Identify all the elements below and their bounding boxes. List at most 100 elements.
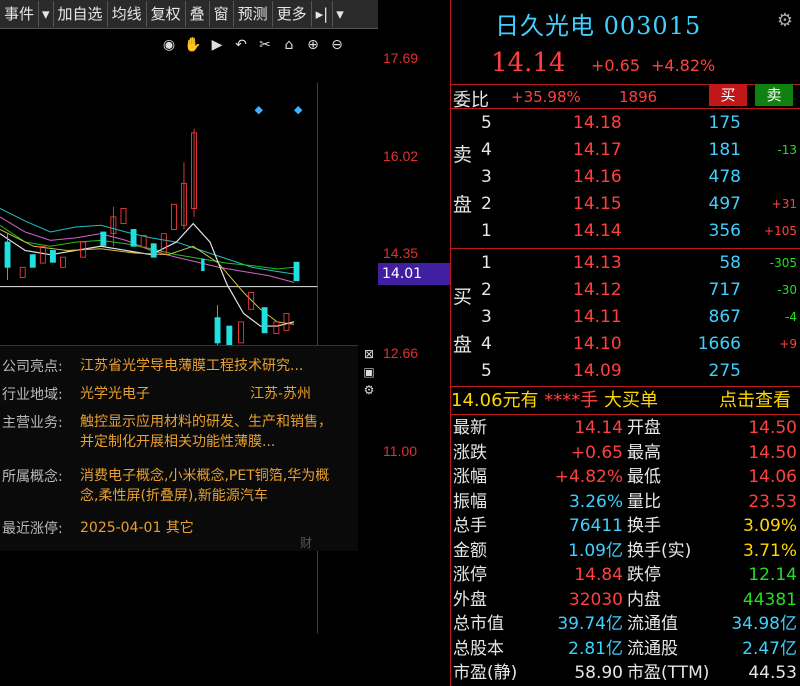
toolbar-forecast-button[interactable]: 预测 [234, 1, 273, 27]
sell-button[interactable]: 卖 [755, 84, 793, 106]
stat-row: 市盈(静) 58.90 市盈(TTM) 44.53 [451, 661, 800, 685]
buy-row[interactable]: 5 14.09 275 [451, 358, 800, 384]
arrow-right-bar-icon[interactable]: ▸| [312, 1, 334, 27]
concept-value[interactable]: 消费电子概念,小米概念,PET铜箔,华为概念,柔性屏(折叠屏),新能源汽车 [80, 466, 345, 506]
big-buy-row[interactable]: 14.06元有 ****手 大买单 点击查看 [451, 388, 800, 414]
company-info-panel: 公司亮点: 江苏省光学导电薄膜工程技术研究... 行业地域: 光学光电子 江苏-… [0, 345, 358, 551]
order-price: 14.17 [573, 140, 622, 160]
stat-row: 最新 14.14 开盘 14.50 [451, 416, 800, 440]
sell-row[interactable]: 2 14.15 497 +31 [451, 191, 800, 217]
hand-icon[interactable]: ✋ [184, 36, 202, 54]
stat-value: 76411 [568, 516, 623, 536]
company-highlight[interactable]: 江苏省光学导电薄膜工程技术研究... [80, 356, 345, 376]
order-level: 5 [481, 361, 492, 381]
toolbar-events-button[interactable]: 事件 [0, 1, 40, 27]
play-icon[interactable]: ▶ [208, 36, 226, 54]
order-price: 14.14 [573, 221, 622, 241]
undo-icon[interactable]: ↶ [232, 36, 250, 54]
stat-label: 总市值 [453, 614, 504, 634]
order-level: 4 [481, 140, 492, 160]
order-change: -4 [785, 310, 797, 324]
order-price: 14.11 [573, 307, 622, 327]
order-price: 14.10 [573, 334, 622, 354]
buy-row[interactable]: 1 14.13 58 -305 [451, 250, 800, 276]
buy-row[interactable]: 2 14.12 717 -30 [451, 277, 800, 303]
stat-value: 3.71% [742, 540, 797, 561]
order-volume: 867 [708, 307, 741, 327]
order-level: 2 [481, 280, 492, 300]
stat-label: 最高 [627, 442, 661, 463]
stat-value: 58.90 [574, 663, 623, 683]
stat-label: 内盘 [627, 589, 661, 610]
order-level: 3 [481, 307, 492, 327]
stat-value: 34.98亿 [731, 614, 797, 634]
region-value[interactable]: 江苏-苏州 [250, 384, 350, 404]
order-volume: 1666 [697, 334, 741, 354]
buy-row[interactable]: 3 14.11 867 -4 [451, 304, 800, 330]
stat-value: 2.81亿 [568, 638, 623, 659]
stat-row: 总股本 2.81亿 流通股 2.47亿 [451, 637, 800, 661]
price-axis-label: 14.35 [383, 245, 419, 261]
expand-icon[interactable]: ▣ [360, 363, 378, 381]
order-price: 14.18 [573, 113, 622, 133]
stat-value: +4.82% [554, 467, 623, 487]
zoom-out-icon[interactable]: ⊖ [328, 36, 346, 54]
sell-row[interactable]: 4 14.17 181 -13 [451, 137, 800, 163]
stat-row: 外盘 32030 内盘 44381 [451, 588, 800, 612]
stat-label: 最低 [627, 467, 661, 487]
stat-label: 涨跌 [453, 442, 487, 463]
chevron-down-icon[interactable]: ▾ [333, 1, 347, 27]
stat-row: 总手 76411 换手 3.09% [451, 514, 800, 538]
toolbar-add-watchlist-button[interactable]: 加自选 [54, 1, 108, 27]
stat-label: 外盘 [453, 589, 487, 610]
stat-label: 总手 [453, 516, 487, 536]
big-buy-masked: ****手 [544, 390, 599, 411]
scissors-icon[interactable]: ✂ [256, 36, 274, 54]
close-icon[interactable]: ⊠ [360, 345, 378, 363]
sell-row[interactable]: 1 14.14 356 +105 [451, 218, 800, 244]
stat-value: 44381 [742, 589, 797, 610]
toolbar-more-button[interactable]: 更多 [273, 1, 312, 27]
order-volume: 356 [708, 221, 741, 241]
info-panel-controls: ⊠ ▣ ⚙ [360, 345, 378, 407]
stat-label: 开盘 [627, 418, 661, 438]
order-volume: 175 [708, 113, 741, 133]
stat-row: 振幅 3.26% 量比 23.53 [451, 490, 800, 514]
stat-label: 振幅 [453, 491, 487, 512]
buy-button[interactable]: 买 [709, 84, 747, 106]
stat-label: 涨停 [453, 565, 487, 585]
order-level: 2 [481, 194, 492, 214]
stat-value: 14.84 [574, 565, 623, 585]
stat-label: 换手 [627, 516, 661, 536]
gear-icon[interactable]: ⚙ [777, 10, 793, 31]
chart-tools: ◉ ✋ ▶ ↶ ✂ ⌂ ⊕ ⊖ [160, 34, 380, 56]
stat-value: 2.47亿 [742, 638, 797, 659]
stat-value: +0.65 [570, 442, 623, 463]
stat-value: 44.53 [748, 663, 797, 683]
webi-diff: 1896 [619, 88, 658, 106]
order-volume: 497 [708, 194, 741, 214]
toolbar-ma-button[interactable]: 均线 [108, 1, 147, 27]
price-axis-label: 17.69 [383, 50, 419, 66]
gear-icon[interactable]: ⚙ [360, 381, 378, 399]
eye-icon[interactable]: ◉ [160, 36, 178, 54]
view-details-link[interactable]: 点击查看 [719, 388, 791, 414]
sell-row[interactable]: 5 14.18 175 [451, 110, 800, 136]
webi-pct: +35.98% [511, 88, 581, 106]
sell-row[interactable]: 3 14.16 478 [451, 164, 800, 190]
stat-label: 总股本 [453, 638, 504, 659]
chevron-down-icon[interactable]: ▾ [39, 1, 54, 27]
zoom-in-icon[interactable]: ⊕ [304, 36, 322, 54]
stat-value: 14.06 [748, 467, 797, 487]
buy-row[interactable]: 4 14.10 1666 +9 [451, 331, 800, 357]
order-change: -13 [777, 143, 797, 157]
order-price: 14.09 [573, 361, 622, 381]
big-buy-text: 元有 [502, 390, 539, 411]
toolbar-overlay-button[interactable]: 叠 [186, 1, 210, 27]
toolbar-adjust-button[interactable]: 复权 [147, 1, 186, 27]
stat-label: 涨幅 [453, 467, 487, 487]
stat-value: 14.50 [748, 442, 797, 463]
lock-icon[interactable]: ⌂ [280, 36, 298, 54]
toolbar-window-button[interactable]: 窗 [210, 1, 234, 27]
last-price: 14.14 [491, 48, 566, 78]
